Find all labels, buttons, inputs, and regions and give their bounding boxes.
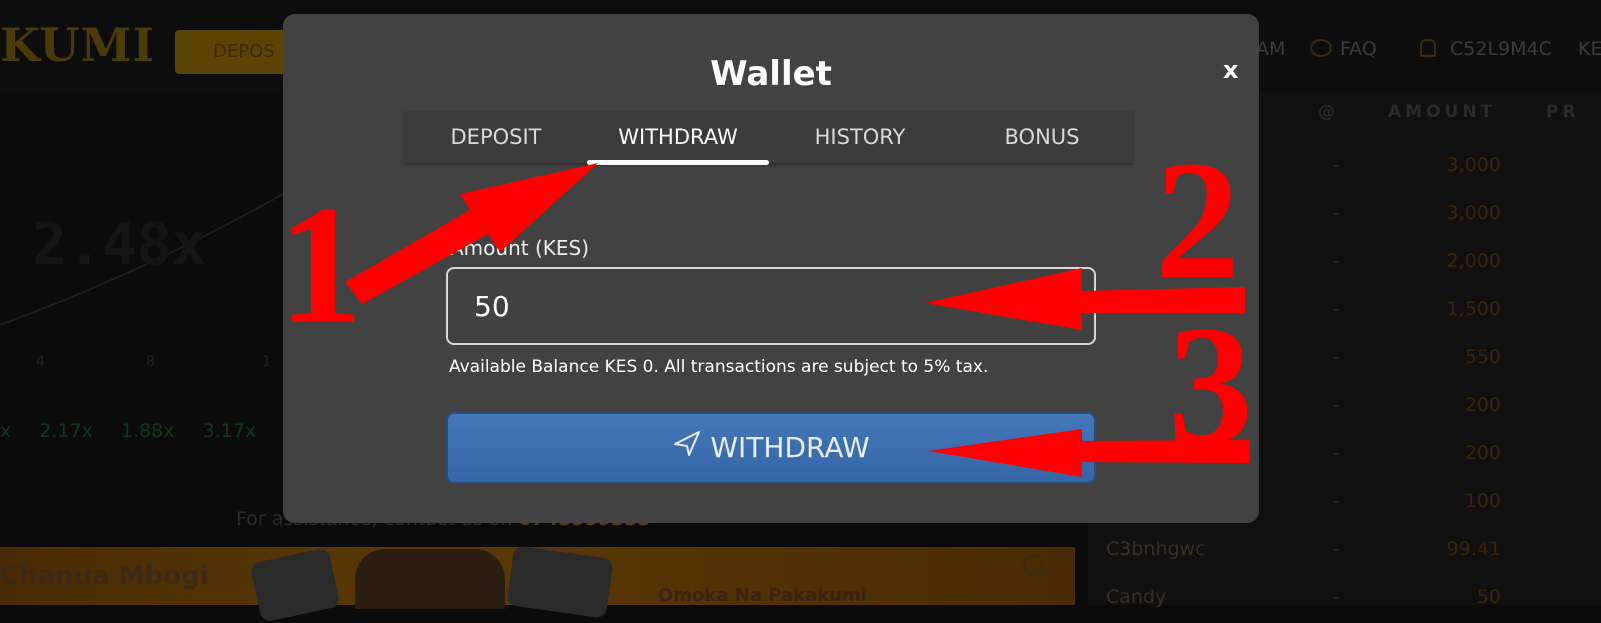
annotation-number-3: 3	[1168, 291, 1253, 479]
annotation-arrows	[345, 163, 1250, 477]
annotation-number-2: 2	[1155, 126, 1240, 314]
annotation-number-1: 1	[278, 171, 363, 359]
annotation-arrow-1	[345, 163, 598, 304]
